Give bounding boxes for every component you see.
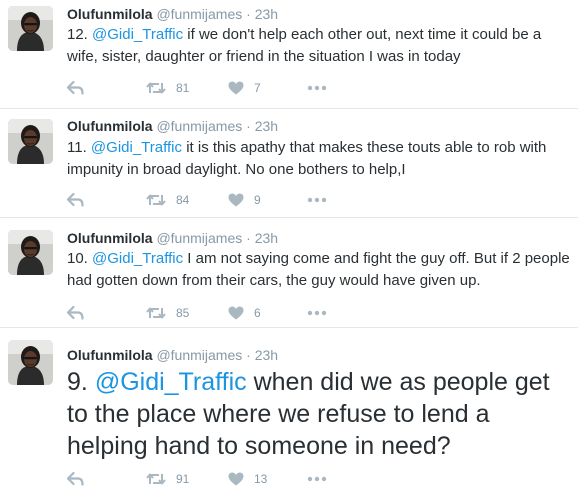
reply-button[interactable]: [67, 79, 84, 97]
avatar-image: [8, 6, 53, 51]
tweet-header: Olufunmilola @funmijames · 23h: [67, 229, 278, 247]
reply-icon: [67, 472, 84, 486]
avatar-image: [8, 119, 53, 164]
tweet-actions: 85 6: [67, 304, 367, 322]
tweet-header: Olufunmilola @funmijames · 23h: [67, 5, 278, 23]
mention-link[interactable]: @Gidi_Traffic: [95, 368, 247, 396]
tweet-header: Olufunmilola @funmijames · 23h: [67, 117, 278, 135]
author-handle[interactable]: @funmijames: [156, 347, 242, 363]
retweet-button[interactable]: 81: [146, 79, 189, 97]
like-count: 7: [254, 81, 261, 95]
heart-icon: [228, 472, 244, 486]
separator: ·: [246, 230, 251, 246]
tweet-header: Olufunmilola @funmijames · 23h: [67, 346, 278, 364]
retweet-button[interactable]: 91: [146, 470, 189, 488]
tweet-text: 12. @Gidi_Traffic if we don't help each …: [67, 24, 572, 68]
like-button[interactable]: 9: [228, 191, 261, 209]
avatar[interactable]: [8, 230, 53, 275]
timestamp[interactable]: 23h: [255, 347, 278, 363]
separator: ·: [246, 347, 251, 363]
timestamp[interactable]: 23h: [255, 118, 278, 134]
mention-link[interactable]: @Gidi_Traffic: [92, 26, 183, 43]
more-dots-icon: [307, 197, 327, 203]
tweet-actions: 84 9: [67, 191, 367, 209]
retweet-count: 84: [176, 193, 190, 207]
tweet[interactable]: Olufunmilola @funmijames · 23h 10. @Gidi…: [0, 219, 578, 328]
mention-link[interactable]: @Gidi_Traffic: [91, 139, 182, 156]
more-button[interactable]: [307, 470, 327, 488]
timestamp[interactable]: 23h: [255, 6, 278, 22]
retweet-icon: [146, 307, 166, 319]
more-dots-icon: [307, 310, 327, 316]
author-handle[interactable]: @funmijames: [156, 230, 242, 246]
retweet-icon: [146, 194, 166, 206]
avatar[interactable]: [8, 6, 53, 51]
author-name[interactable]: Olufunmilola: [67, 118, 153, 134]
tweet-text: 9. @Gidi_Traffic when did we as people g…: [67, 366, 572, 462]
tweet[interactable]: Olufunmilola @funmijames · 23h 12. @Gidi…: [0, 0, 578, 109]
heart-icon: [228, 193, 244, 207]
timestamp[interactable]: 23h: [255, 230, 278, 246]
heart-icon: [228, 81, 244, 95]
author-name[interactable]: Olufunmilola: [67, 6, 153, 22]
reply-button[interactable]: [67, 191, 84, 209]
retweet-count: 81: [176, 81, 190, 95]
more-dots-icon: [307, 476, 327, 482]
author-handle[interactable]: @funmijames: [156, 118, 242, 134]
reply-button[interactable]: [67, 470, 84, 488]
like-count: 9: [254, 193, 261, 207]
reply-icon: [67, 81, 84, 95]
like-button[interactable]: 6: [228, 304, 261, 322]
tweet-actions: 81 7: [67, 79, 367, 97]
tweet-number: 12.: [67, 26, 88, 43]
reply-icon: [67, 306, 84, 320]
tweet-number: 9.: [67, 368, 88, 396]
more-button[interactable]: [307, 304, 327, 322]
tweet-number: 11.: [67, 139, 87, 156]
more-dots-icon: [307, 85, 327, 91]
author-name[interactable]: Olufunmilola: [67, 347, 153, 363]
retweet-icon: [146, 82, 166, 94]
tweet-number: 10.: [67, 250, 88, 267]
avatar-image: [8, 340, 53, 385]
separator: ·: [246, 6, 251, 22]
like-count: 13: [254, 472, 268, 486]
reply-icon: [67, 193, 84, 207]
tweet-text: 10. @Gidi_Traffic I am not saying come a…: [67, 248, 572, 292]
more-button[interactable]: [307, 79, 327, 97]
retweet-icon: [146, 473, 166, 485]
avatar[interactable]: [8, 119, 53, 164]
tweet[interactable]: Olufunmilola @funmijames · 23h 11. @Gidi…: [0, 110, 578, 218]
like-button[interactable]: 13: [228, 470, 267, 488]
retweet-button[interactable]: 85: [146, 304, 189, 322]
tweet-text: 11. @Gidi_Traffic it is this apathy that…: [67, 137, 572, 181]
retweet-button[interactable]: 84: [146, 191, 189, 209]
heart-icon: [228, 306, 244, 320]
separator: ·: [246, 118, 251, 134]
author-handle[interactable]: @funmijames: [156, 6, 242, 22]
tweet[interactable]: Olufunmilola @funmijames · 23h 9. @Gidi_…: [0, 329, 578, 496]
avatar-image: [8, 230, 53, 275]
reply-button[interactable]: [67, 304, 84, 322]
mention-link[interactable]: @Gidi_Traffic: [92, 250, 183, 267]
avatar[interactable]: [8, 340, 53, 385]
retweet-count: 85: [176, 306, 190, 320]
author-name[interactable]: Olufunmilola: [67, 230, 153, 246]
retweet-count: 91: [176, 472, 190, 486]
more-button[interactable]: [307, 191, 327, 209]
like-button[interactable]: 7: [228, 79, 261, 97]
like-count: 6: [254, 306, 261, 320]
tweet-actions: 91 13: [67, 470, 367, 488]
